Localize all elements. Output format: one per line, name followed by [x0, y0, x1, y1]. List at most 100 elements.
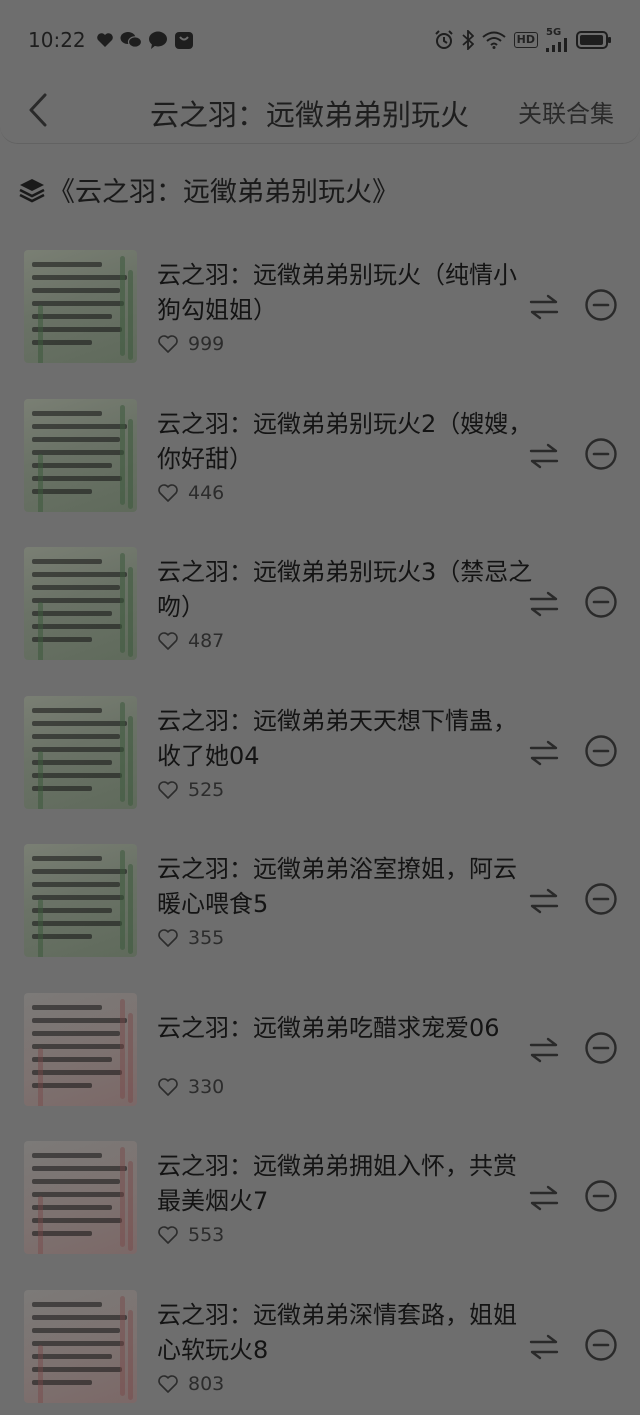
remove-episode-button[interactable] [584, 1031, 618, 1069]
battery-icon [576, 30, 612, 50]
remove-episode-button[interactable] [584, 288, 618, 326]
swap-arrows-icon [529, 738, 559, 772]
heart-outline-icon [157, 780, 179, 800]
episode-likes[interactable]: 999 [157, 333, 224, 355]
episode-likes[interactable]: 446 [157, 482, 224, 504]
episode-item[interactable]: 云之羽：远徵弟弟拥姐入怀，共赏最美烟火7 553 [0, 1127, 640, 1276]
episode-title: 云之羽：远徵弟弟别玩火（纯情小狗勾姐姐） [157, 261, 517, 324]
remove-episode-button[interactable] [584, 1328, 618, 1366]
swap-arrows-icon [529, 292, 559, 326]
episode-item[interactable]: 云之羽：远徵弟弟别玩火3（禁忌之吻） 487 [0, 533, 640, 682]
episode-title: 云之羽：远徵弟弟别玩火3（禁忌之吻） [157, 558, 533, 621]
reorder-handle[interactable] [527, 738, 561, 772]
episode-item[interactable]: 云之羽：远徵弟弟别玩火（纯情小狗勾姐姐） 999 [0, 236, 640, 385]
network-type: 5G [546, 27, 562, 38]
like-count: 525 [188, 778, 225, 801]
swap-arrows-icon [529, 1332, 559, 1366]
heart-outline-icon [157, 928, 179, 948]
remove-episode-button[interactable] [584, 437, 618, 475]
app-bag-icon [174, 30, 194, 50]
swap-arrows-icon [529, 1183, 559, 1217]
episode-cover-image [24, 250, 137, 363]
minus-circle-icon [584, 585, 618, 623]
like-count: 487 [188, 630, 225, 652]
heart-outline-icon [157, 1077, 179, 1097]
heart-outline-icon [157, 1374, 179, 1394]
page-title: 云之羽：远徵弟弟别玩火 [150, 98, 470, 132]
heart-icon [96, 32, 114, 48]
episode-item[interactable]: 云之羽：远徵弟弟吃醋求宠爱06 330 [0, 979, 640, 1128]
episode-cover-image [24, 1141, 137, 1254]
remove-episode-button[interactable] [584, 882, 618, 920]
reorder-handle[interactable] [527, 1183, 561, 1217]
status-notification-icons [96, 30, 194, 50]
episode-likes[interactable]: 803 [157, 1373, 224, 1395]
remove-episode-button[interactable] [584, 1179, 618, 1217]
swap-arrows-icon [529, 441, 559, 475]
status-system-icons: HD 5G [434, 28, 612, 52]
reorder-handle[interactable] [527, 441, 561, 475]
minus-circle-icon [584, 437, 618, 475]
swap-arrows-icon [529, 589, 559, 623]
swap-arrows-icon [529, 886, 559, 920]
episode-cover-image [24, 695, 137, 809]
reorder-handle[interactable] [527, 886, 561, 920]
heart-outline-icon [157, 631, 179, 651]
episode-item[interactable]: 云之羽：远徵弟弟浴室撩姐，阿云暖心喂食5 355 [0, 830, 640, 979]
top-app-bar: 云之羽：远徵弟弟别玩火 关联合集 [0, 78, 640, 144]
heart-outline-icon [157, 334, 179, 354]
like-count: 999 [188, 333, 225, 355]
hd-badge: HD [513, 32, 538, 48]
status-time: 10:22 [28, 28, 86, 52]
episode-item[interactable]: 云之羽：远徵弟弟深情套路，姐姐心软玩火8 803 [0, 1276, 640, 1415]
episode-likes[interactable]: 487 [157, 630, 224, 652]
episode-title: 云之羽：远徵弟弟拥姐入怀，共赏最美烟火7 [157, 1152, 517, 1215]
alarm-icon [434, 30, 454, 50]
chevron-left-icon [28, 93, 48, 131]
episode-cover-image [24, 844, 137, 957]
episode-item[interactable]: 云之羽：远徵弟弟别玩火2（嫂嫂，你好甜） 446 [0, 385, 640, 534]
episode-item[interactable]: 云之羽：远徵弟弟天天想下情蛊，收了她04 525 [0, 682, 640, 831]
episode-list: 云之羽：远徵弟弟别玩火（纯情小狗勾姐姐） 999 云之羽：远徵弟弟别玩火2（嫂嫂，你… [0, 236, 640, 1415]
episode-likes[interactable]: 355 [157, 927, 224, 949]
like-count: 803 [188, 1372, 225, 1395]
like-count: 330 [188, 1075, 225, 1098]
episode-title: 云之羽：远徵弟弟深情套路，姐姐心软玩火8 [157, 1300, 517, 1364]
episode-title: 云之羽：远徵弟弟吃醋求宠爱06 [157, 1013, 500, 1042]
back-button[interactable] [20, 92, 56, 132]
minus-circle-icon [584, 1031, 618, 1069]
episode-title: 云之羽：远徵弟弟别玩火2（嫂嫂，你好甜） [157, 409, 533, 473]
episode-likes[interactable]: 553 [157, 1224, 224, 1246]
episode-likes[interactable]: 330 [157, 1076, 224, 1098]
bluetooth-icon [462, 30, 474, 50]
heart-outline-icon [157, 483, 179, 503]
minus-circle-icon [584, 1328, 618, 1366]
remove-episode-button[interactable] [584, 585, 618, 623]
message-icon [148, 31, 168, 49]
collection-title: 《云之羽：远徵弟弟别玩火》 [48, 177, 399, 208]
remove-episode-button[interactable] [584, 734, 618, 770]
episode-cover-image [24, 398, 137, 512]
episode-likes[interactable]: 525 [157, 779, 224, 801]
episode-title: 云之羽：远徵弟弟天天想下情蛊，收了她04 [157, 706, 517, 770]
minus-circle-icon [584, 1179, 618, 1217]
episode-cover-image [24, 1289, 137, 1403]
like-count: 446 [188, 481, 225, 504]
reorder-handle[interactable] [527, 1035, 561, 1069]
reorder-handle[interactable] [527, 292, 561, 326]
reorder-handle[interactable] [527, 589, 561, 623]
minus-circle-icon [584, 288, 618, 326]
status-bar: 10:22 HD 5G [0, 0, 640, 80]
reorder-handle[interactable] [527, 1332, 561, 1366]
like-count: 553 [188, 1224, 225, 1246]
swap-arrows-icon [529, 1035, 559, 1069]
episode-cover-image [24, 547, 137, 660]
wifi-icon [482, 31, 506, 49]
minus-circle-icon [584, 882, 618, 920]
collection-heading: 《云之羽：远徵弟弟别玩火》 [18, 170, 399, 209]
episode-title: 云之羽：远徵弟弟浴室撩姐，阿云暖心喂食5 [157, 855, 517, 918]
link-collection-button[interactable]: 关联合集 [518, 94, 614, 129]
episode-cover-image [24, 992, 137, 1106]
like-count: 355 [188, 927, 225, 949]
wechat-icon [120, 31, 142, 49]
